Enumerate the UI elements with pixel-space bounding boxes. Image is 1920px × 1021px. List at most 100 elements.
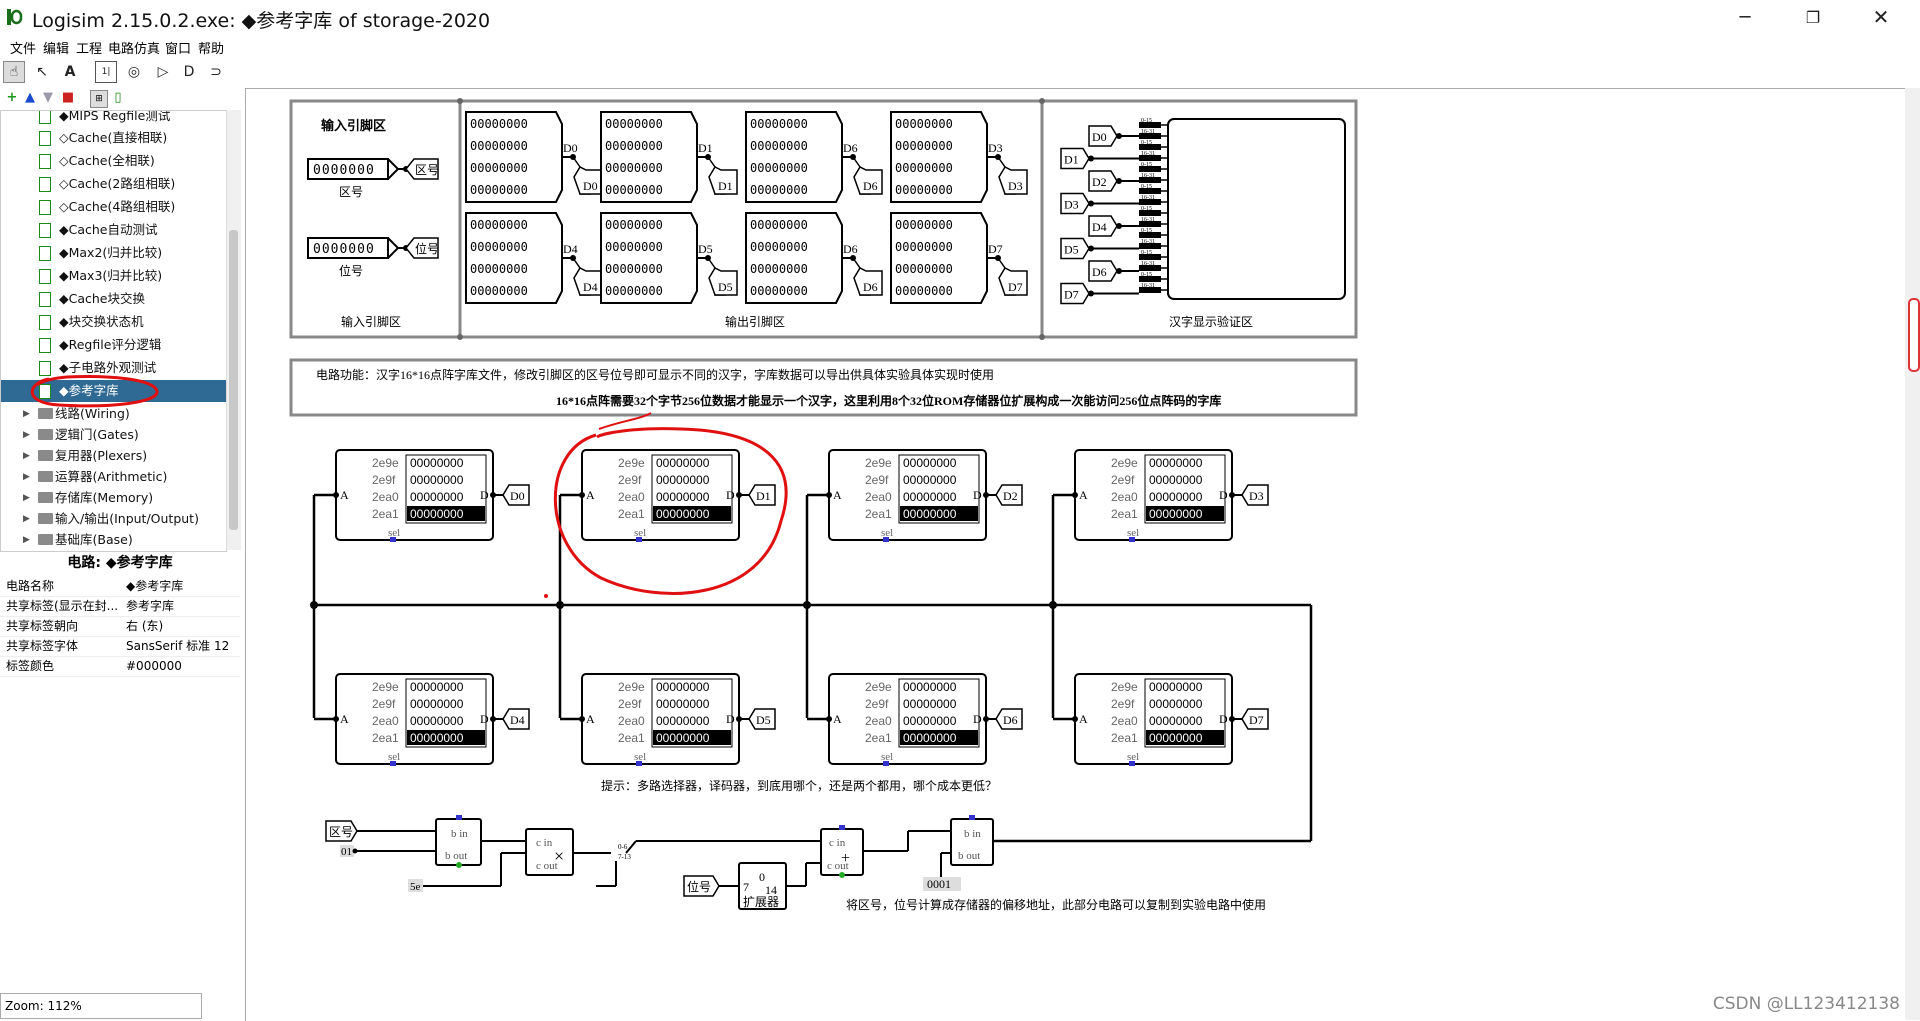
rom-value: 00000000 [1149, 714, 1203, 728]
tree-circuit-item[interactable]: ◇Cache(4路组相联) [1, 196, 226, 218]
splitter-label: 16-31 [1141, 129, 1155, 135]
output-bits: 00000000 [605, 183, 663, 197]
clock-icon[interactable]: ◎ [123, 61, 145, 83]
properties-title: 电路: ◆参考字库 [67, 555, 173, 571]
menu-file[interactable]: 文件 [10, 38, 36, 57]
expand-arrow-icon[interactable]: ▶ [23, 487, 30, 509]
rom-address: 2e9f [865, 697, 889, 711]
zoom-field[interactable]: Zoom: 112% [0, 993, 202, 1019]
tree-circuit-item[interactable]: ◇Cache(全相联) [1, 150, 226, 172]
tree-library-arithmetic[interactable]: ▶ 运算器(Arithmetic) [1, 466, 226, 488]
rom-value: 00000000 [1149, 490, 1203, 504]
expand-arrow-icon[interactable]: ▶ [23, 445, 30, 467]
prop-row[interactable]: 标签颜色 #000000 [0, 656, 240, 677]
tree-circuit-item[interactable]: ◇Cache(2路组相联) [1, 173, 226, 195]
menu-project[interactable]: 工程 [76, 38, 102, 57]
tree-library-gates[interactable]: ▶ 逻辑门(Gates) [1, 424, 226, 446]
menu-edit[interactable]: 编辑 [43, 38, 69, 57]
display-input-pin: D6 [1088, 260, 1139, 282]
output-bits: 00000000 [895, 218, 953, 232]
prop-row[interactable]: 共享标签朝向右 (东) [0, 616, 240, 637]
add-circuit-icon[interactable]: + [4, 90, 20, 106]
svg-text:D2: D2 [1092, 175, 1107, 189]
splitter-label: 0-15 [1141, 228, 1152, 234]
circuit-icon [39, 338, 51, 353]
appearance-icon[interactable]: ⊞ [90, 90, 108, 108]
or-gate-icon[interactable]: ⊃ [205, 61, 227, 83]
menu-simulate[interactable]: 电路仿真 [108, 38, 160, 57]
rom-value: 00000000 [903, 473, 957, 487]
tree-scrollbar-thumb[interactable] [229, 230, 238, 530]
circuit-icon [39, 111, 51, 124]
circuit-diagram[interactable]: 输入引脚区 输入引脚区 输出引脚区 汉字显示验证区 0000000 区号 区号 … [246, 89, 1906, 1021]
canvas-scrollbar-thumb[interactable] [1908, 298, 1920, 372]
svg-text:7-13: 7-13 [618, 853, 631, 861]
svg-text:b in: b in [964, 828, 981, 840]
prop-row[interactable]: 电路名称 ◆参考字库 [0, 576, 240, 597]
maximize-button[interactable]: ❐ [1784, 0, 1842, 34]
output-bits: 00000000 [750, 284, 808, 298]
tree-circuit-item[interactable]: ◆MIPS Regfile测试 [1, 111, 226, 127]
rom-port-d: D [973, 712, 982, 726]
tree-library-wiring[interactable]: ▶ 线路(Wiring) [1, 403, 226, 425]
tree-circuit-item-selected[interactable]: ◆参考字库 [1, 380, 226, 402]
tree-library-io[interactable]: ▶ 输入/输出(Input/Output) [1, 508, 226, 530]
text-tool-icon[interactable]: A [59, 61, 81, 83]
tree-circuit-item[interactable]: ◆块交换状态机 [1, 311, 226, 333]
move-down-icon[interactable]: ▼ [40, 90, 56, 106]
close-button[interactable]: ✕ [1852, 0, 1910, 34]
splitter-label: 16-31 [1141, 283, 1155, 289]
prop-row[interactable]: 共享标签(显示在封... 参考字库 [0, 596, 240, 617]
hand-poke-icon[interactable]: ☝ [3, 61, 25, 83]
svg-text:01: 01 [341, 846, 352, 858]
circuit-icon [39, 154, 51, 169]
rom-address: 2e9f [1111, 697, 1135, 711]
rom-value: 00000000 [656, 680, 710, 694]
rom-value: 00000000 [410, 473, 464, 487]
splitter-label: 16-31 [1141, 217, 1155, 223]
canvas-scrollbar[interactable] [1905, 88, 1920, 1020]
tree-library-memory[interactable]: ▶ 存储库(Memory) [1, 487, 226, 509]
expand-arrow-icon[interactable]: ▶ [23, 403, 30, 425]
rom-value: 00000000 [1149, 473, 1203, 487]
menu-help[interactable]: 帮助 [198, 38, 224, 57]
tree-scrollbar[interactable] [226, 110, 241, 550]
minimize-button[interactable]: ─ [1716, 0, 1774, 34]
circuit-icon [39, 131, 51, 146]
tree-circuit-item[interactable]: ◆Max3(归并比较) [1, 265, 226, 287]
not-gate-icon[interactable]: ▷ [152, 61, 174, 83]
expand-arrow-icon[interactable]: ▶ [23, 529, 30, 551]
move-up-icon[interactable]: ▲ [22, 90, 38, 106]
prop-row[interactable]: 共享标签字体 SansSerif 标准 12 [0, 636, 240, 657]
tree-library-plexers[interactable]: ▶ 复用器(Plexers) [1, 445, 226, 467]
rom-address: 2e9e [618, 680, 645, 694]
pin-input-icon[interactable]: 1| [95, 61, 117, 83]
splitter-label: 16-31 [1141, 261, 1155, 267]
rom-value: 00000000 [903, 680, 957, 694]
select-arrow-icon[interactable]: ↖ [31, 61, 53, 83]
expand-arrow-icon[interactable]: ▶ [23, 424, 30, 446]
output-bits: 00000000 [470, 183, 528, 197]
circuit-icon [39, 292, 51, 307]
menu-window[interactable]: 窗口 [165, 38, 191, 57]
rom-block: 2e9e 00000000 2e9f 00000000 2ea0 00000000 2ea1… [314, 449, 530, 542]
tree-circuit-item[interactable]: ◇Cache(直接相联) [1, 127, 226, 149]
circuit-canvas[interactable]: 输入引脚区 输入引脚区 输出引脚区 汉字显示验证区 0000000 区号 区号 … [245, 88, 1906, 1021]
tree-circuit-item[interactable]: ◆Max2(归并比较) [1, 242, 226, 264]
rom-address: 2e9f [372, 473, 396, 487]
rom-address: 2ea1 [618, 507, 645, 521]
delete-circuit-icon[interactable]: ■ [60, 90, 76, 106]
output-pins-group: 00000000000000000000000000000000D0D00000… [465, 111, 1028, 304]
tree-circuit-item[interactable]: ◆Regfile评分逻辑 [1, 334, 226, 356]
tree-circuit-item[interactable]: ◆Cache块交换 [1, 288, 226, 310]
and-gate-icon[interactable]: D [178, 61, 200, 83]
rom-value: 00000000 [903, 507, 957, 521]
tree-circuit-item[interactable]: ◆Cache自动测试 [1, 219, 226, 241]
tree-circuit-item[interactable]: ◆子电路外观测试 [1, 357, 226, 379]
rom-address: 2ea1 [372, 731, 399, 745]
svg-text:D1: D1 [1064, 153, 1079, 167]
layout-icon[interactable]: ▯ [110, 90, 126, 106]
tree-library-base[interactable]: ▶ 基础库(Base) [1, 529, 226, 551]
expand-arrow-icon[interactable]: ▶ [23, 466, 30, 488]
expand-arrow-icon[interactable]: ▶ [23, 508, 30, 530]
